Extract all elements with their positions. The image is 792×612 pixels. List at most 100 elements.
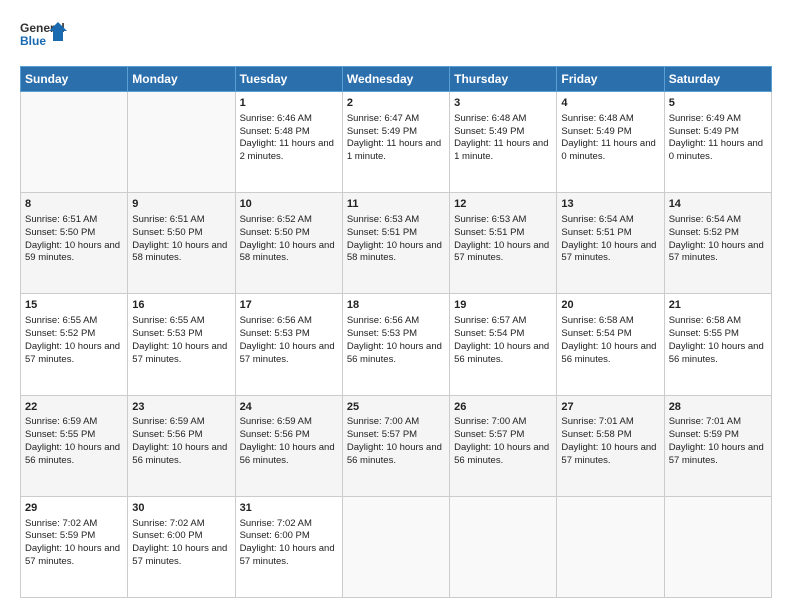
sunrise-text: Sunrise: 6:58 AM (669, 315, 741, 326)
calendar-cell: 16 Sunrise: 6:55 AM Sunset: 5:53 PM Dayligh… (128, 294, 235, 395)
sunset-text: Sunset: 5:56 PM (240, 429, 310, 440)
daylight-text: Daylight: 11 hours and 1 minute. (454, 138, 548, 162)
logo-svg: General Blue (20, 18, 70, 56)
sunrise-text: Sunrise: 6:56 AM (347, 315, 419, 326)
day-header-wednesday: Wednesday (342, 67, 449, 92)
calendar-cell: 9Sunrise: 6:51 AMSunset: 5:50 PMDaylight… (128, 193, 235, 294)
calendar-cell: 31Sunrise: 7:02 AMSunset: 6:00 PMDayligh… (235, 496, 342, 597)
daylight-text: Daylight: 10 hours and 57 minutes. (132, 543, 227, 567)
calendar-cell: 12Sunrise: 6:53 AMSunset: 5:51 PMDayligh… (450, 193, 557, 294)
sunrise-text: Sunrise: 6:57 AM (454, 315, 526, 326)
week-row-2: 8Sunrise: 6:51 AMSunset: 5:50 PMDaylight… (21, 193, 772, 294)
day-number: 22 (25, 400, 123, 415)
day-number: 2 (347, 96, 445, 111)
calendar-header: SundayMondayTuesdayWednesdayThursdayFrid… (21, 67, 772, 92)
sunset-text: Sunset: 5:49 PM (347, 126, 417, 137)
sunset-text: Sunset: 5:57 PM (454, 429, 524, 440)
day-header-friday: Friday (557, 67, 664, 92)
sunset-text: Sunset: 5:50 PM (132, 227, 202, 238)
day-number: 5 (669, 96, 767, 111)
day-number: 13 (561, 197, 659, 212)
day-number: 16 (132, 298, 230, 313)
calendar-cell: 2 Sunrise: 6:47 AM Sunset: 5:49 PMDaylight… (342, 92, 449, 193)
day-number: 15 (25, 298, 123, 313)
daylight-text: Daylight: 10 hours and 56 minutes. (347, 442, 442, 466)
daylight-text: Daylight: 10 hours and 58 minutes. (347, 240, 442, 264)
day-number: 17 (240, 298, 338, 313)
sunrise-text: Sunrise: 6:47 AM (347, 113, 419, 124)
daylight-text: Daylight: 10 hours and 57 minutes. (240, 341, 335, 365)
day-number: 11 (347, 197, 445, 212)
sunset-text: Sunset: 5:57 PM (347, 429, 417, 440)
sunset-text: Sunset: 5:49 PM (454, 126, 524, 137)
sunset-text: Sunset: 5:53 PM (132, 328, 202, 339)
week-row-3: 15Sunrise: 6:55 AMSunset: 5:52 PMDayligh… (21, 294, 772, 395)
sunrise-text: Sunrise: 6:55 AM (25, 315, 97, 326)
daylight-text: Daylight: 10 hours and 56 minutes. (669, 341, 764, 365)
daylight-text: Daylight: 10 hours and 56 minutes. (347, 341, 442, 365)
sunrise-text: Sunrise: 6:52 AM (240, 214, 312, 225)
calendar-cell: 26Sunrise: 7:00 AMSunset: 5:57 PMDayligh… (450, 395, 557, 496)
logo: General Blue (20, 18, 70, 56)
sunrise-text: Sunrise: 6:56 AM (240, 315, 312, 326)
calendar-cell: 23Sunrise: 6:59 AMSunset: 5:56 PMDayligh… (128, 395, 235, 496)
sunrise-text: Sunrise: 7:00 AM (347, 416, 419, 427)
sunset-text: Sunset: 5:53 PM (347, 328, 417, 339)
daylight-text: Daylight: 10 hours and 58 minutes. (240, 240, 335, 264)
calendar-cell (128, 92, 235, 193)
calendar-cell: 17Sunrise: 6:56 AMSunset: 5:53 PMDayligh… (235, 294, 342, 395)
days-header-row: SundayMondayTuesdayWednesdayThursdayFrid… (21, 67, 772, 92)
daylight-text: Daylight: 10 hours and 57 minutes. (561, 240, 656, 264)
sunrise-text: Sunrise: 6:54 AM (561, 214, 633, 225)
sunrise-text: Sunrise: 7:02 AM (25, 518, 97, 529)
calendar-body: 1Sunrise: 6:46 AMSunset: 5:48 PMDaylight… (21, 92, 772, 598)
sunset-text: Sunset: 5:56 PM (132, 429, 202, 440)
calendar-cell: 14Sunrise: 6:54 AMSunset: 5:52 PMDayligh… (664, 193, 771, 294)
day-number: 25 (347, 400, 445, 415)
daylight-text: Daylight: 10 hours and 57 minutes. (25, 341, 120, 365)
calendar-cell: 25Sunrise: 7:00 AM Sunset: 5:57 PM Dayligh… (342, 395, 449, 496)
calendar-cell (557, 496, 664, 597)
sunrise-text: Sunrise: 7:01 AM (561, 416, 633, 427)
calendar-table: SundayMondayTuesdayWednesdayThursdayFrid… (20, 66, 772, 598)
calendar-cell (450, 496, 557, 597)
sunset-text: Sunset: 5:59 PM (25, 530, 95, 541)
daylight-text: Daylight: 11 hours and 2 minutes. (240, 138, 334, 162)
sunset-text: Sunset: 6:00 PM (240, 530, 310, 541)
calendar-cell (21, 92, 128, 193)
sunset-text: Sunset: 5:55 PM (669, 328, 739, 339)
day-number: 9 (132, 197, 230, 212)
calendar-cell: 18Sunrise: 6:56 AMSunset: 5:53 PMDayligh… (342, 294, 449, 395)
sunset-text: Sunset: 5:54 PM (561, 328, 631, 339)
day-number: 21 (669, 298, 767, 313)
daylight-text: Daylight: 10 hours and 56 minutes. (561, 341, 656, 365)
day-number: 23 (132, 400, 230, 415)
calendar-cell: 10Sunrise: 6:52 AMSunset: 5:50 PMDayligh… (235, 193, 342, 294)
calendar-cell: 22Sunrise: 6:59 AMSunset: 5:55 PMDayligh… (21, 395, 128, 496)
calendar-cell: 3Sunrise: 6:48 AMSunset: 5:49 PMDaylight… (450, 92, 557, 193)
day-header-sunday: Sunday (21, 67, 128, 92)
daylight-text: Daylight: 10 hours and 56 minutes. (454, 341, 549, 365)
calendar-cell: 27Sunrise: 7:01 AMSunset: 5:58 PMDayligh… (557, 395, 664, 496)
sunrise-text: Sunrise: 6:51 AM (25, 214, 97, 225)
day-number: 4 (561, 96, 659, 111)
day-header-thursday: Thursday (450, 67, 557, 92)
calendar-cell: 24Sunrise: 6:59 AMSunset: 5:56 PMDayligh… (235, 395, 342, 496)
daylight-text: Daylight: 11 hours and 1 minute. (347, 138, 441, 162)
sunset-text: Sunset: 5:49 PM (669, 126, 739, 137)
day-number: 26 (454, 400, 552, 415)
day-number: 1 (240, 96, 338, 111)
daylight-text: Daylight: 10 hours and 58 minutes. (132, 240, 227, 264)
sunset-text: Sunset: 5:50 PM (25, 227, 95, 238)
sunset-text: Sunset: 5:52 PM (669, 227, 739, 238)
daylight-text: Daylight: 10 hours and 57 minutes. (132, 341, 227, 365)
calendar-cell: 15Sunrise: 6:55 AMSunset: 5:52 PMDayligh… (21, 294, 128, 395)
day-number: 12 (454, 197, 552, 212)
sunrise-text: Sunrise: 6:48 AM (454, 113, 526, 124)
sunrise-text: Sunrise: 7:02 AM (240, 518, 312, 529)
sunrise-text: Sunrise: 7:02 AM (132, 518, 204, 529)
sunset-text: Sunset: 5:51 PM (454, 227, 524, 238)
sunrise-text: Sunrise: 6:55 AM (132, 315, 204, 326)
calendar-cell: 28Sunrise: 7:01 AMSunset: 5:59 PMDayligh… (664, 395, 771, 496)
sunrise-text: Sunrise: 6:59 AM (240, 416, 312, 427)
